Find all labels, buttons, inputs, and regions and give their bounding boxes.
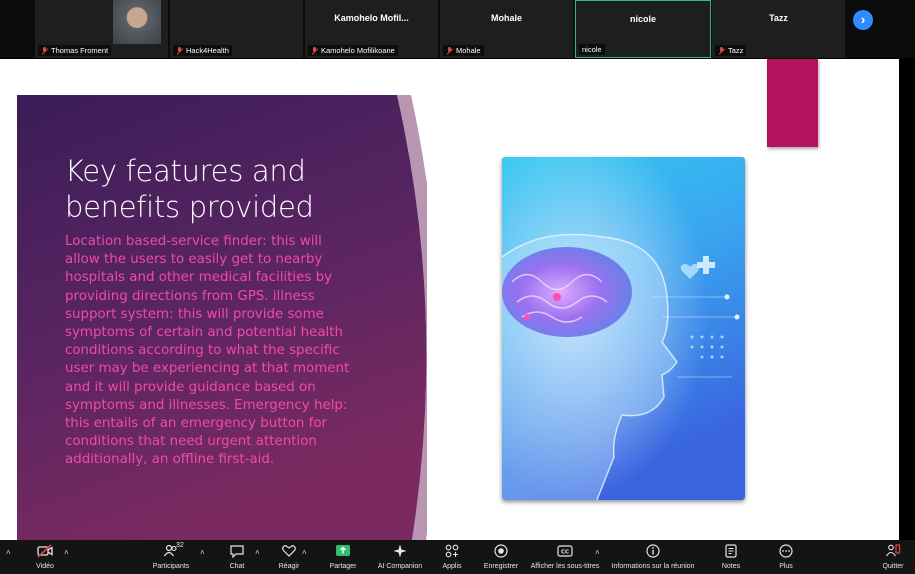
video-label: Vidéo xyxy=(36,563,54,570)
chat-button[interactable]: Chat xyxy=(226,544,248,570)
chevron-up-icon[interactable]: ˄ xyxy=(255,548,260,557)
participant-tile[interactable]: Mohale Mohale xyxy=(440,0,573,58)
svg-text:CC: CC xyxy=(561,550,569,556)
mic-muted-icon xyxy=(41,46,48,55)
notes-button[interactable]: Notes xyxy=(720,544,742,570)
participant-video xyxy=(113,0,161,44)
shared-screen: Key features and benefits provided Locat… xyxy=(0,58,915,540)
participant-name: Kamohelo Mofil... xyxy=(334,13,409,23)
notes-icon xyxy=(723,544,739,560)
share-button[interactable]: Partager xyxy=(328,544,358,570)
meeting-toolbar: ˄ Vidéo ˄ 32 Participants ˄ Chat ˄ Réagi… xyxy=(0,540,915,574)
mic-muted-icon xyxy=(446,46,453,55)
chat-label: Chat xyxy=(229,563,245,570)
participant-label: nicole xyxy=(579,44,605,55)
chevron-up-icon[interactable]: ˄ xyxy=(6,548,11,557)
mic-muted-icon xyxy=(176,46,183,55)
chevron-up-icon[interactable]: ˄ xyxy=(200,548,205,557)
zoom-meeting-window: Thomas Froment Hack4Health Kamohelo Mofi… xyxy=(0,0,915,574)
react-button[interactable]: Réagir xyxy=(276,544,302,570)
react-label: Réagir xyxy=(278,563,300,570)
ai-companion-label: AI Companion xyxy=(377,563,423,570)
quit-button[interactable]: Quitter xyxy=(880,544,906,570)
mic-muted-icon xyxy=(311,46,318,55)
presentation-slide: Key features and benefits provided Locat… xyxy=(0,59,899,540)
record-icon xyxy=(493,544,509,560)
apps-label: Applis xyxy=(442,563,462,570)
record-label: Enregistrer xyxy=(483,563,519,570)
slide-body-text: Location based-service finder: this will… xyxy=(65,234,350,468)
sparkle-icon xyxy=(392,544,408,560)
participant-label: Mohale xyxy=(443,45,484,56)
record-button[interactable]: Enregistrer xyxy=(482,544,520,570)
chat-icon xyxy=(229,544,245,560)
participant-label: Kamohelo Mofilikoane xyxy=(308,45,398,56)
participant-name: Tazz xyxy=(769,13,788,23)
ai-companion-button[interactable]: AI Companion xyxy=(375,544,425,570)
slide-title: Key features and benefits provided xyxy=(65,154,314,224)
participant-tile-active-speaker[interactable]: nicole nicole xyxy=(575,0,711,58)
participant-name: Mohale xyxy=(490,13,522,23)
chevron-up-icon[interactable]: ˄ xyxy=(595,548,600,557)
mic-muted-icon xyxy=(718,46,725,55)
meeting-info-label: Informations sur la réunion xyxy=(611,563,695,570)
participant-tile[interactable]: Hack4Health xyxy=(170,0,303,58)
participant-tile[interactable]: Tazz Tazz xyxy=(712,0,845,58)
participants-icon: 32 xyxy=(163,542,184,560)
chevron-up-icon[interactable]: ˄ xyxy=(64,548,69,557)
participant-label: Tazz xyxy=(715,45,747,56)
share-screen-icon xyxy=(335,544,351,560)
closed-captions-icon: CC xyxy=(557,544,573,560)
participants-button[interactable]: 32 Participants xyxy=(150,542,192,570)
participant-label: Hack4Health xyxy=(173,45,232,56)
heart-icon xyxy=(281,544,297,560)
quit-label: Quitter xyxy=(882,563,904,570)
captions-button[interactable]: CC Afficher les sous-titres xyxy=(528,544,602,570)
info-icon xyxy=(645,544,661,560)
video-off-icon xyxy=(37,544,53,560)
more-label: Plus xyxy=(779,563,793,570)
participant-tile[interactable]: Kamohelo Mofil... Kamohelo Mofilikoane xyxy=(305,0,438,58)
apps-icon xyxy=(444,544,460,560)
brain-illustration xyxy=(502,157,745,500)
chevron-right-icon[interactable]: › xyxy=(853,10,873,30)
share-label: Partager xyxy=(329,563,357,570)
slide-accent-bar xyxy=(767,59,818,147)
video-button[interactable]: Vidéo xyxy=(32,544,58,570)
participants-count: 32 xyxy=(176,542,184,549)
participant-name: nicole xyxy=(629,14,656,24)
participant-strip: Thomas Froment Hack4Health Kamohelo Mofi… xyxy=(0,0,915,58)
participant-tile[interactable]: Thomas Froment xyxy=(35,0,168,58)
leave-icon xyxy=(885,544,901,560)
notes-label: Notes xyxy=(721,563,741,570)
apps-button[interactable]: Applis xyxy=(440,544,464,570)
meeting-info-button[interactable]: Informations sur la réunion xyxy=(608,544,698,570)
captions-label: Afficher les sous-titres xyxy=(530,563,600,570)
participants-label: Participants xyxy=(152,563,190,570)
more-button[interactable]: Plus xyxy=(776,544,796,570)
participant-label: Thomas Froment xyxy=(38,45,112,56)
more-icon xyxy=(778,544,794,560)
chevron-up-icon[interactable]: ˄ xyxy=(302,548,307,557)
